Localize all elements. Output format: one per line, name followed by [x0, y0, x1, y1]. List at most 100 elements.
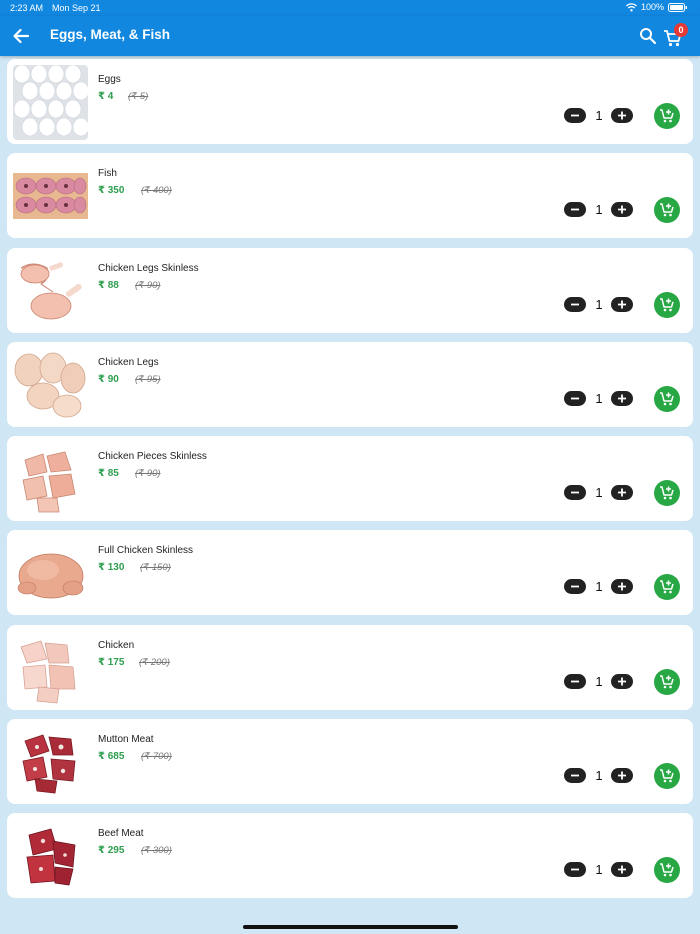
battery-icon — [668, 2, 688, 12]
add-to-cart-button[interactable] — [654, 857, 680, 883]
decrease-qty-button[interactable] — [564, 768, 586, 783]
increase-qty-button[interactable] — [611, 297, 633, 312]
product-card-chicken-legs-skinless: Chicken Legs Skinless ₹ 88 (₹ 90) 1 — [7, 248, 693, 333]
status-bar: 2:23 AM Mon Sep 21 100% — [0, 0, 700, 16]
product-image — [13, 159, 88, 234]
decrease-qty-button[interactable] — [564, 391, 586, 406]
minus-icon — [571, 868, 579, 871]
cart-count-badge: 0 — [674, 23, 688, 37]
arrow-left-icon — [13, 28, 30, 44]
add-to-cart-button[interactable] — [654, 103, 680, 129]
product-name: Beef Meat — [98, 828, 144, 839]
plus-icon — [618, 205, 626, 214]
product-card-chicken: Chicken ₹ 175 (₹ 200) 1 — [7, 625, 693, 710]
quantity-value: 1 — [595, 674, 603, 689]
plus-icon — [618, 394, 626, 403]
decrease-qty-button[interactable] — [564, 674, 586, 689]
battery-percent: 100% — [640, 2, 664, 12]
increase-qty-button[interactable] — [611, 108, 633, 123]
product-card-eggs: Eggs ₹ 4 (₹ 5) 1 — [7, 59, 693, 144]
add-cart-icon — [660, 109, 674, 123]
product-image — [13, 442, 88, 517]
add-cart-icon — [660, 203, 674, 217]
page-title: Eggs, Meat, & Fish — [50, 27, 171, 42]
app-bar: Eggs, Meat, & Fish 0 — [0, 16, 700, 56]
add-to-cart-button[interactable] — [654, 574, 680, 600]
decrease-qty-button[interactable] — [564, 485, 586, 500]
back-button[interactable] — [10, 25, 32, 47]
add-cart-icon — [660, 675, 674, 689]
add-to-cart-button[interactable] — [654, 197, 680, 223]
product-mrp: (₹ 400) — [141, 185, 172, 196]
add-to-cart-button[interactable] — [654, 480, 680, 506]
plus-icon — [618, 865, 626, 874]
product-price: ₹ 130 — [98, 562, 125, 573]
plus-icon — [618, 300, 626, 309]
product-image — [13, 65, 88, 140]
decrease-qty-button[interactable] — [564, 108, 586, 123]
plus-icon — [618, 677, 626, 686]
product-image — [13, 348, 88, 423]
minus-icon — [571, 491, 579, 494]
increase-qty-button[interactable] — [611, 485, 633, 500]
status-date: Mon Sep 21 — [52, 3, 101, 13]
add-cart-icon — [660, 769, 674, 783]
decrease-qty-button[interactable] — [564, 202, 586, 217]
quantity-value: 1 — [595, 297, 603, 312]
add-cart-icon — [660, 863, 674, 877]
add-to-cart-button[interactable] — [654, 386, 680, 412]
product-card-beef-meat: Beef Meat ₹ 295 (₹ 300) 1 — [7, 813, 693, 898]
product-name: Full Chicken Skinless — [98, 545, 194, 556]
quantity-value: 1 — [595, 579, 603, 594]
decrease-qty-button[interactable] — [564, 579, 586, 594]
add-cart-icon — [660, 486, 674, 500]
product-mrp: (₹ 700) — [141, 751, 172, 762]
increase-qty-button[interactable] — [611, 674, 633, 689]
increase-qty-button[interactable] — [611, 202, 633, 217]
product-price: ₹ 4 — [98, 91, 114, 102]
plus-icon — [618, 488, 626, 497]
product-name: Mutton Meat — [98, 734, 154, 745]
increase-qty-button[interactable] — [611, 579, 633, 594]
increase-qty-button[interactable] — [611, 391, 633, 406]
decrease-qty-button[interactable] — [564, 862, 586, 877]
minus-icon — [571, 208, 579, 211]
product-image — [13, 631, 88, 706]
product-image — [13, 819, 88, 894]
product-price: ₹ 295 — [98, 845, 125, 856]
add-cart-icon — [660, 298, 674, 312]
minus-icon — [571, 303, 579, 306]
product-price: ₹ 175 — [98, 657, 125, 668]
quantity-value: 1 — [595, 862, 603, 877]
decrease-qty-button[interactable] — [564, 297, 586, 312]
product-name: Chicken — [98, 640, 135, 651]
quantity-value: 1 — [595, 202, 603, 217]
add-to-cart-button[interactable] — [654, 763, 680, 789]
minus-icon — [571, 114, 579, 117]
cart-button[interactable]: 0 — [662, 23, 688, 49]
product-price: ₹ 350 — [98, 185, 125, 196]
status-time: 2:23 AM — [10, 3, 44, 13]
product-price: ₹ 90 — [98, 374, 119, 385]
product-mrp: (₹ 90) — [135, 280, 161, 291]
quantity-value: 1 — [595, 108, 603, 123]
home-indicator[interactable] — [243, 925, 458, 929]
product-card-chicken-legs: Chicken Legs ₹ 90 (₹ 95) 1 — [7, 342, 693, 427]
minus-icon — [571, 585, 579, 588]
search-button[interactable] — [638, 26, 658, 46]
add-to-cart-button[interactable] — [654, 292, 680, 318]
product-name: Chicken Legs — [98, 357, 159, 368]
add-to-cart-button[interactable] — [654, 669, 680, 695]
wifi-icon — [626, 2, 637, 12]
status-right: 100% — [626, 2, 688, 12]
search-icon — [640, 28, 657, 45]
minus-icon — [571, 397, 579, 400]
plus-icon — [618, 771, 626, 780]
product-name: Chicken Legs Skinless — [98, 263, 199, 274]
product-mrp: (₹ 5) — [128, 91, 149, 102]
increase-qty-button[interactable] — [611, 768, 633, 783]
minus-icon — [571, 774, 579, 777]
increase-qty-button[interactable] — [611, 862, 633, 877]
product-image — [13, 725, 88, 800]
product-price: ₹ 88 — [98, 280, 119, 291]
